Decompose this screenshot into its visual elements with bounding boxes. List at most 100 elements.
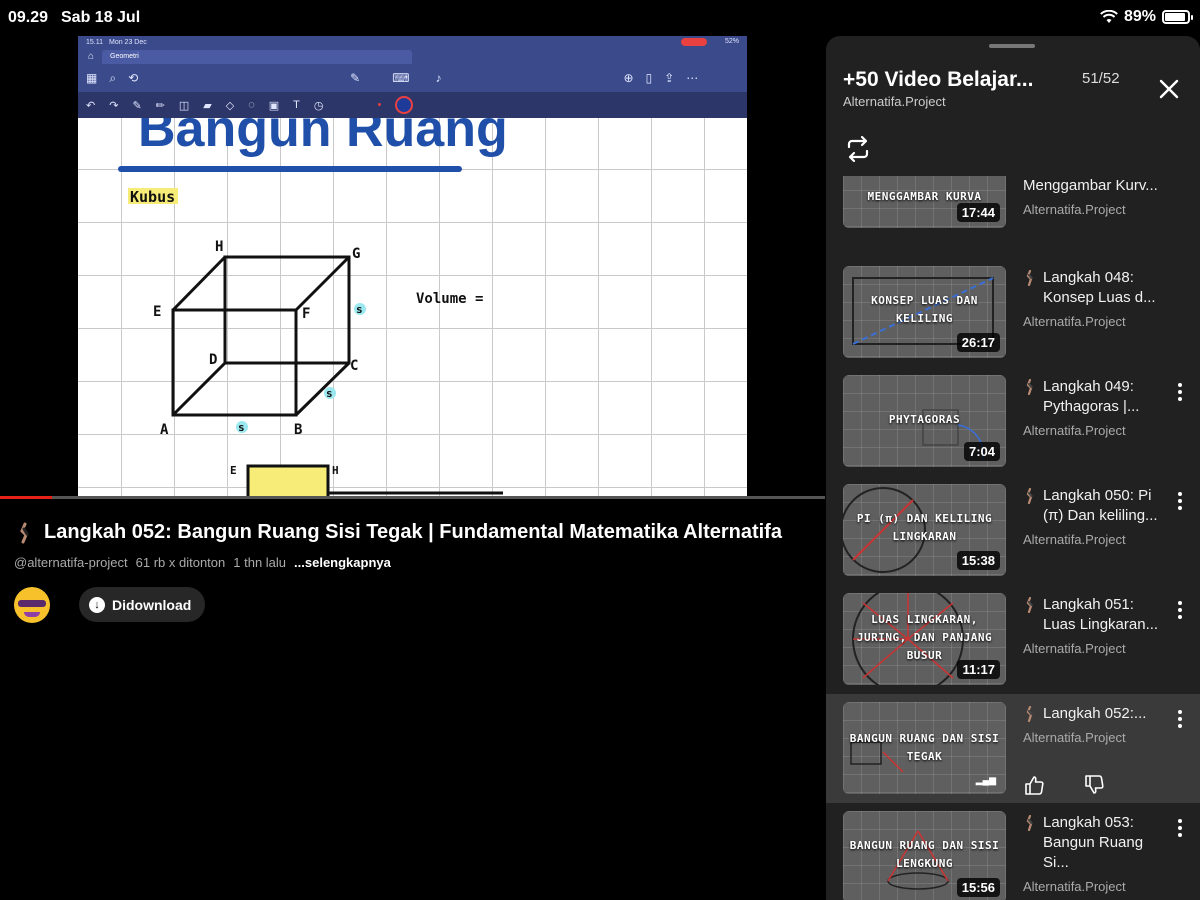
undo-icon: ↶ bbox=[86, 99, 96, 112]
item-info: Menggambar Kurv... Alternatifa.Project bbox=[1023, 176, 1163, 217]
duration-badge: 17:44 bbox=[956, 203, 1000, 222]
item-channel: Alternatifa.Project bbox=[1023, 202, 1126, 217]
video-thumbnail[interactable]: PI (π) DAN KELILING LINGKARAN 15:38 bbox=[843, 484, 1006, 576]
item-title: Langkah 048: Konsep Luas d... bbox=[1043, 269, 1156, 306]
image-icon: ▣ bbox=[268, 99, 280, 112]
playlist-position: 51/52 bbox=[1082, 70, 1120, 87]
search-icon: ⌕ bbox=[109, 70, 117, 85]
channel-handle[interactable]: @alternatifa-project bbox=[14, 555, 128, 570]
playlist-item[interactable]: LUAS LINGKARAN, JURING, DAN PANJANG BUSU… bbox=[826, 593, 1200, 702]
shapes-icon: ◇ bbox=[225, 99, 235, 112]
item-info: Langkah 053: Bangun Ruang Si... Alternat… bbox=[1023, 813, 1163, 894]
duration-badge: 15:56 bbox=[956, 878, 1000, 897]
close-icon[interactable] bbox=[1156, 76, 1182, 102]
video-progress-bar[interactable] bbox=[0, 496, 825, 499]
vertex-c: C bbox=[350, 358, 358, 374]
video-tab-bar: ⌂ Geometri bbox=[78, 48, 747, 64]
side-label-2: s bbox=[326, 387, 333, 400]
share-icon: ⇪ bbox=[664, 71, 675, 85]
clock: 09.29 bbox=[8, 9, 49, 26]
video-player[interactable]: 15.11 Mon 23 Dec 52% ⌂ Geometri ▦ ⌕ ⟲ ✎ … bbox=[78, 36, 747, 498]
video-thumbnail[interactable]: LUAS LINGKARAN, JURING, DAN PANJANG BUSU… bbox=[843, 593, 1006, 685]
video-thumbnail[interactable]: PHYTAGORAS 7:04 bbox=[843, 375, 1006, 467]
grid-icon: ▦ bbox=[86, 71, 98, 85]
drag-handle[interactable] bbox=[989, 44, 1035, 48]
playlist-item[interactable]: KONSEP LUAS DAN KELILING 26:17 Langkah 0… bbox=[826, 266, 1200, 375]
item-channel: Alternatifa.Project bbox=[1023, 314, 1126, 329]
video-thumbnail[interactable]: BANGUN RUANG DAN SISI TEGAK ▂▄▆ bbox=[843, 702, 1006, 794]
video-thumbnail[interactable]: KONSEP LUAS DAN KELILING 26:17 bbox=[843, 266, 1006, 358]
text-icon: T bbox=[293, 99, 300, 111]
walking-figure-icon bbox=[1023, 378, 1035, 396]
thumbnail-caption: BANGUN RUANG DAN SISI LENGKUNG bbox=[849, 839, 1000, 870]
item-title: Langkah 051: Luas Lingkaran... bbox=[1043, 596, 1159, 633]
playlist-item[interactable]: PI (π) DAN KELILING LINGKARAN 15:38 Lang… bbox=[826, 484, 1200, 593]
item-title: Langkah 053: Bangun Ruang Si... bbox=[1043, 814, 1144, 871]
video-title-text: Langkah 052: Bangun Ruang Sisi Tegak | F… bbox=[44, 521, 782, 543]
walking-figure-icon bbox=[1023, 487, 1035, 505]
more-options-icon[interactable] bbox=[1176, 819, 1184, 837]
playlist-item[interactable]: MENGGAMBAR KURVA 17:44 Menggambar Kurv..… bbox=[826, 176, 1200, 245]
item-title: Langkah 050: Pi (π) Dan keliling... bbox=[1043, 487, 1158, 524]
vertex-h-lower: H bbox=[332, 464, 339, 477]
walking-figure-icon bbox=[1023, 269, 1035, 287]
lasso-tool-icon: ◌ bbox=[248, 99, 255, 111]
video-heading: Bangun Ruang bbox=[138, 118, 508, 158]
playlist-item[interactable]: PHYTAGORAS 7:04 Langkah 049: Pythagoras … bbox=[826, 375, 1200, 484]
video-thumbnail[interactable]: MENGGAMBAR KURVA 17:44 bbox=[843, 176, 1006, 228]
lasso-icon: ⟲ bbox=[128, 71, 139, 85]
video-status-date: Mon 23 Dec bbox=[109, 38, 147, 46]
video-thumbnail[interactable]: BANGUN RUANG DAN SISI LENGKUNG 15:56 bbox=[843, 811, 1006, 900]
battery-icon bbox=[1162, 10, 1193, 24]
walking-figure-icon bbox=[20, 522, 29, 543]
more-options-icon[interactable] bbox=[1176, 383, 1184, 401]
downloaded-label: Didownload bbox=[112, 596, 192, 613]
vertex-e-lower: E bbox=[230, 464, 237, 477]
like-icon[interactable] bbox=[1023, 774, 1045, 796]
heading-underline bbox=[118, 166, 462, 172]
video-title: Langkah 052: Bangun Ruang Sisi Tegak | F… bbox=[14, 521, 814, 544]
duration-badge: 26:17 bbox=[956, 333, 1000, 352]
item-info: Langkah 050: Pi (π) Dan keliling... Alte… bbox=[1023, 486, 1163, 547]
item-info: Langkah 051: Luas Lingkaran... Alternati… bbox=[1023, 595, 1163, 656]
playlist-item-current[interactable]: BANGUN RUANG DAN SISI TEGAK ▂▄▆ Langkah … bbox=[826, 694, 1200, 803]
playlist-item[interactable]: BANGUN RUANG DAN SISI LENGKUNG 15:56 Lan… bbox=[826, 811, 1200, 900]
item-channel: Alternatifa.Project bbox=[1023, 423, 1126, 438]
more-options-icon[interactable] bbox=[1176, 601, 1184, 619]
redo-icon: ↷ bbox=[109, 99, 119, 112]
walking-figure-icon bbox=[1023, 705, 1035, 723]
rating-buttons bbox=[1023, 774, 1105, 796]
playlist-panel: +50 Video Belajar... 51/52 Alternatifa.P… bbox=[826, 36, 1200, 900]
more-options-icon[interactable] bbox=[1176, 710, 1184, 728]
battery-percent: 89% bbox=[1123, 8, 1156, 25]
vertex-b: B bbox=[294, 422, 302, 438]
item-channel: Alternatifa.Project bbox=[1023, 641, 1126, 656]
walking-figure-icon bbox=[1023, 814, 1035, 832]
thumbnail-caption: BANGUN RUANG DAN SISI TEGAK bbox=[849, 732, 1000, 763]
thumbnail-caption: KONSEP LUAS DAN KELILING bbox=[871, 294, 978, 325]
playlist-items: MENGGAMBAR KURVA 17:44 Menggambar Kurv..… bbox=[826, 176, 1200, 900]
playlist-channel[interactable]: Alternatifa.Project bbox=[843, 94, 946, 109]
wifi-icon bbox=[1100, 10, 1118, 23]
vertex-e: E bbox=[153, 304, 161, 320]
playlist-title: +50 Video Belajar... bbox=[843, 68, 1034, 91]
now-playing-icon: ▂▄▆ bbox=[975, 775, 996, 785]
thumbnail-caption: PI (π) DAN KELILING LINGKARAN bbox=[856, 512, 993, 543]
pen-mode-icon: ✎ bbox=[350, 71, 361, 85]
downloaded-button[interactable]: ↓ Didownload bbox=[79, 587, 206, 622]
video-tab: Geometri bbox=[102, 50, 413, 64]
item-title: Langkah 049: Pythagoras |... bbox=[1043, 378, 1140, 415]
item-channel: Alternatifa.Project bbox=[1023, 532, 1126, 547]
home-icon: ⌂ bbox=[88, 50, 95, 62]
dislike-icon[interactable] bbox=[1083, 774, 1105, 796]
square-net bbox=[246, 464, 330, 498]
show-more-link[interactable]: ...selengkapnya bbox=[294, 555, 391, 570]
repeat-icon[interactable] bbox=[843, 134, 873, 164]
cube-drawing bbox=[171, 255, 351, 417]
more-icon: ⋯ bbox=[686, 71, 699, 85]
clock-icon: ◷ bbox=[313, 99, 324, 112]
video-meta: @alternatifa-project 61 rb x ditonton 1 … bbox=[14, 555, 391, 570]
walking-figure-icon bbox=[1023, 596, 1035, 614]
more-options-icon[interactable] bbox=[1176, 492, 1184, 510]
channel-avatar[interactable] bbox=[14, 587, 50, 623]
